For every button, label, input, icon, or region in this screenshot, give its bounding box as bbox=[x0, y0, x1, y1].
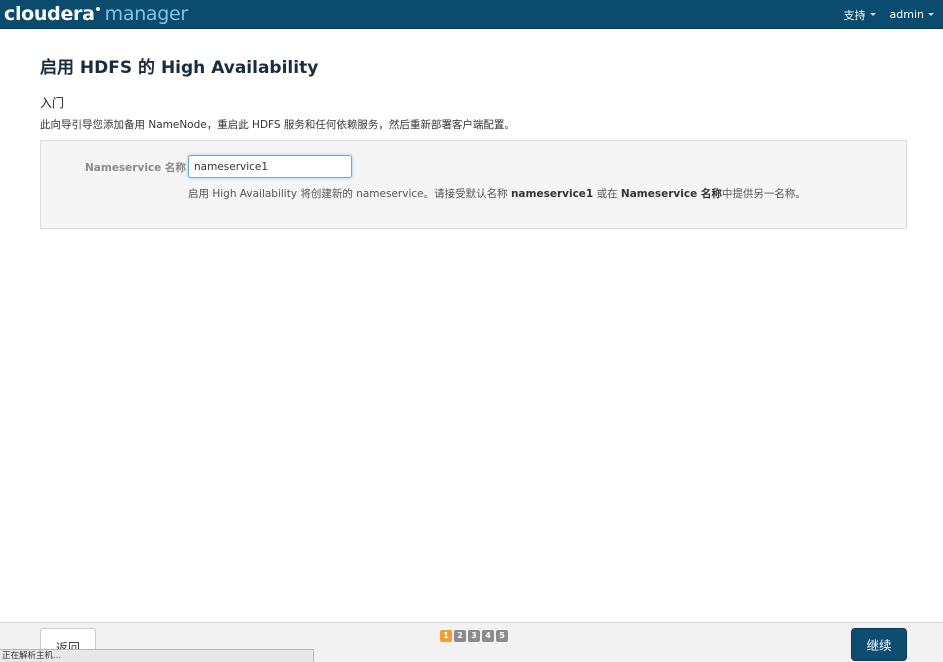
nameservice-form: Nameservice 名称 启用 High Availability 将创建新… bbox=[40, 140, 907, 229]
continue-button[interactable]: 继续 bbox=[851, 628, 907, 661]
support-menu[interactable]: 支持 bbox=[844, 7, 876, 23]
page-title: 启用 HDFS 的 High Availability bbox=[40, 58, 319, 78]
nameservice-help-text: 启用 High Availability 将创建新的 nameservice。请… bbox=[188, 186, 806, 201]
browser-status-bar: 正在解析主机... bbox=[0, 649, 314, 662]
user-menu[interactable]: admin bbox=[890, 8, 934, 21]
nameservice-name-label: Nameservice 名称 bbox=[85, 162, 186, 174]
nameservice-name-input[interactable] bbox=[188, 155, 352, 178]
navbar-right-menu: 支持 admin bbox=[844, 0, 934, 29]
top-navbar: cloudera manager 支持 admin bbox=[0, 0, 943, 29]
help-text-part1: 启用 High Availability 将创建新的 nameservice。请… bbox=[188, 188, 511, 200]
user-menu-label: admin bbox=[889, 8, 924, 21]
support-menu-label: 支持 bbox=[843, 8, 866, 22]
wizard-step-indicator: 1 2 3 4 5 bbox=[440, 630, 508, 642]
help-text-part2: 或在 bbox=[593, 188, 621, 200]
wizard-step-5[interactable]: 5 bbox=[496, 630, 508, 642]
section-title: 入门 bbox=[40, 96, 65, 110]
wizard-step-2[interactable]: 2 bbox=[454, 630, 466, 642]
help-text-default-name: nameservice1 bbox=[510, 188, 594, 200]
brand-manager: manager bbox=[104, 3, 189, 25]
chevron-down-icon bbox=[928, 13, 934, 16]
wizard-step-3[interactable]: 3 bbox=[468, 630, 480, 642]
cloudera-manager-logo[interactable]: cloudera manager bbox=[4, 1, 188, 27]
help-text-field-name: Nameservice 名称 bbox=[620, 188, 722, 200]
help-text-part3: 中提供另一名称。 bbox=[721, 188, 806, 200]
brand-mark-dot bbox=[95, 7, 100, 11]
brand-cloudera: cloudera bbox=[4, 3, 95, 25]
wizard-step-1[interactable]: 1 bbox=[440, 630, 452, 642]
wizard-step-4[interactable]: 4 bbox=[482, 630, 494, 642]
intro-text: 此向导引导您添加备用 NameNode，重启此 HDFS 服务和任何依赖服务，然… bbox=[40, 119, 515, 131]
chevron-down-icon bbox=[869, 13, 876, 16]
